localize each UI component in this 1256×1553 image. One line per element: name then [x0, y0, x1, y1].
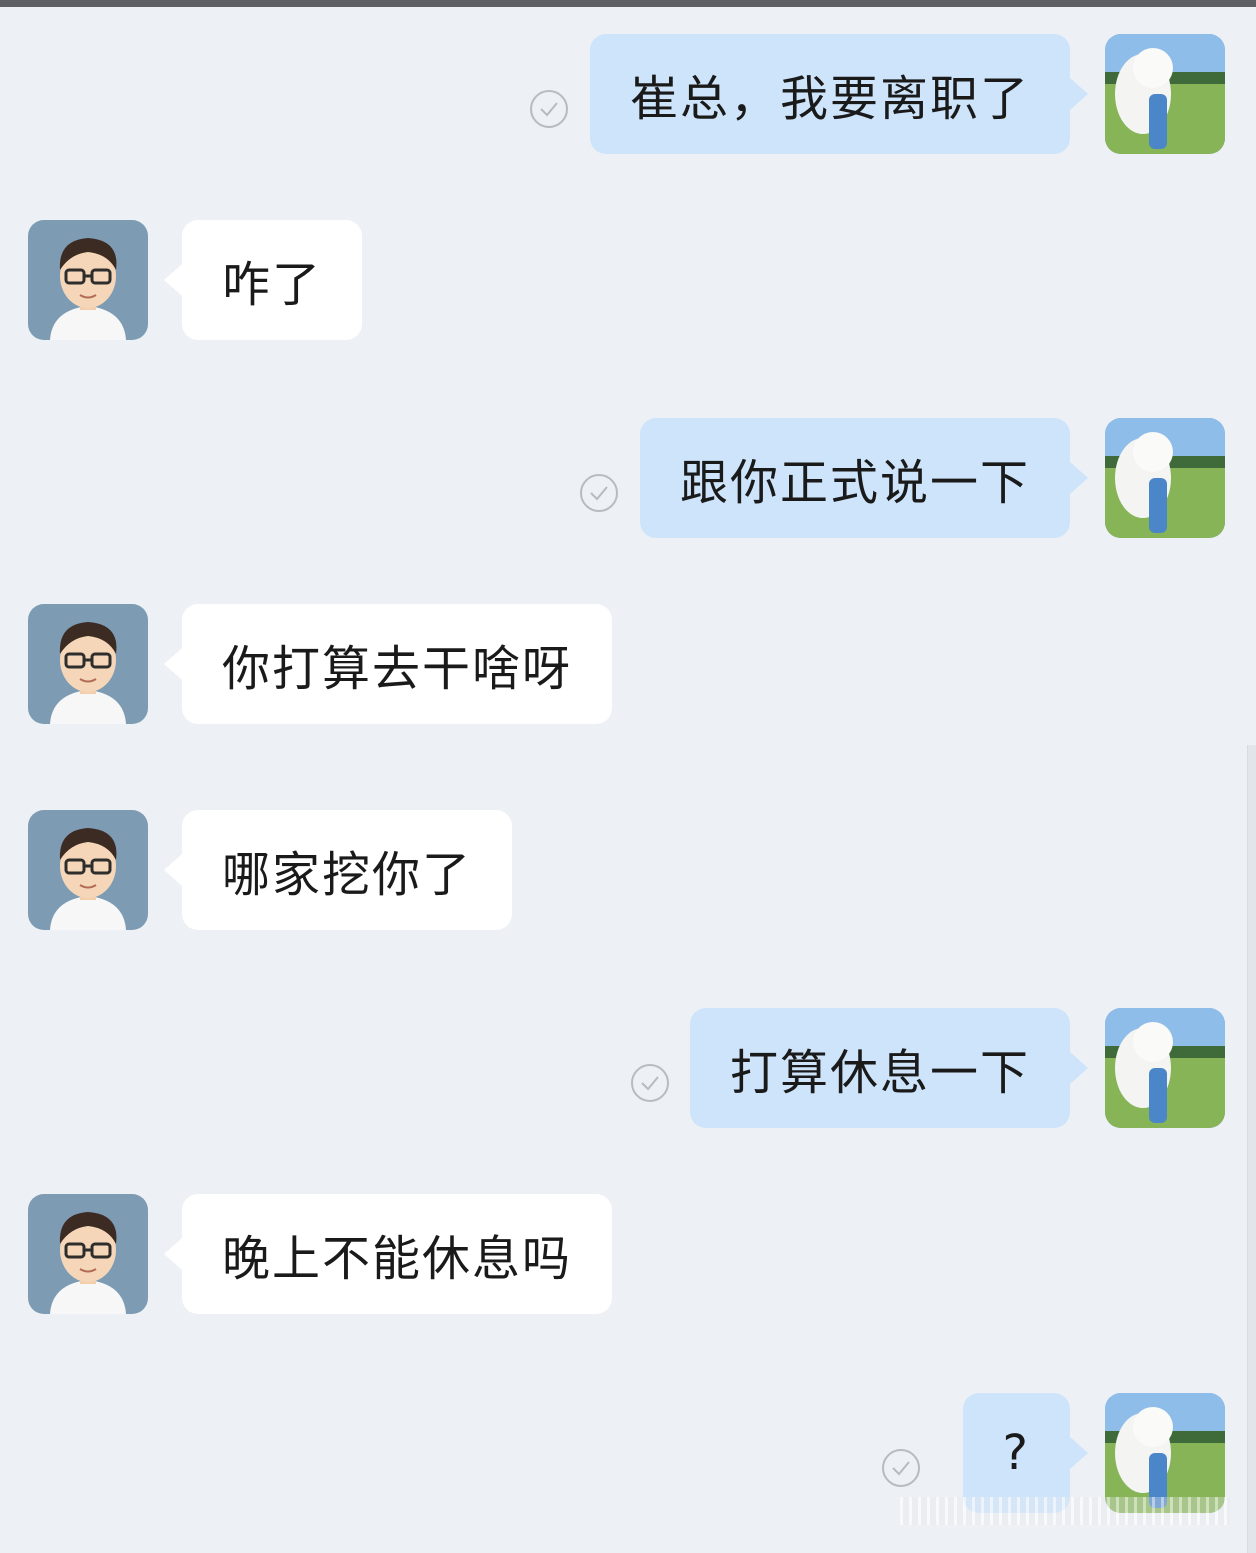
- message-text: 你打算去干啥呀: [222, 641, 573, 697]
- watermark: [900, 1497, 1230, 1525]
- message-text: 咋了: [222, 257, 323, 313]
- message-row-incoming: 哪家挖你了: [0, 810, 1256, 934]
- top-status-strip: [0, 0, 1256, 7]
- message-bubble-outgoing[interactable]: 打算休息一下: [689, 1008, 1089, 1128]
- man-avatar-icon[interactable]: [28, 220, 148, 340]
- check-circle-icon: [882, 1449, 920, 1487]
- dog-avatar-icon[interactable]: [1105, 418, 1225, 538]
- message-text: 打算休息一下: [729, 1045, 1030, 1101]
- message-row-outgoing: 崔总，我要离职了: [0, 34, 1256, 158]
- message-text: 崔总，我要离职了: [629, 71, 1030, 127]
- message-bubble-incoming[interactable]: 咋了: [163, 220, 363, 340]
- message-row-outgoing: 打算休息一下: [0, 1008, 1256, 1132]
- man-avatar-icon[interactable]: [28, 1194, 148, 1314]
- message-text: 晚上不能休息吗: [222, 1231, 573, 1287]
- message-bubble-outgoing[interactable]: ?: [962, 1393, 1089, 1513]
- dog-avatar-icon[interactable]: [1105, 34, 1225, 154]
- check-circle-icon: [631, 1064, 669, 1102]
- man-avatar-icon[interactable]: [28, 604, 148, 724]
- message-bubble-incoming[interactable]: 你打算去干啥呀: [163, 604, 613, 724]
- dog-avatar-icon[interactable]: [1105, 1393, 1225, 1513]
- message-row-incoming: 咋了: [0, 220, 1256, 344]
- check-circle-icon: [580, 474, 618, 512]
- message-bubble-incoming[interactable]: 晚上不能休息吗: [163, 1194, 613, 1314]
- message-bubble-incoming[interactable]: 哪家挖你了: [163, 810, 513, 930]
- check-circle-icon: [530, 90, 568, 128]
- message-row-incoming: 你打算去干啥呀: [0, 604, 1256, 728]
- message-text: 跟你正式说一下: [679, 455, 1030, 511]
- dog-avatar-icon[interactable]: [1105, 1008, 1225, 1128]
- message-bubble-outgoing[interactable]: 崔总，我要离职了: [589, 34, 1089, 154]
- man-avatar-icon[interactable]: [28, 810, 148, 930]
- message-row-outgoing: 跟你正式说一下: [0, 418, 1256, 542]
- message-bubble-outgoing[interactable]: 跟你正式说一下: [639, 418, 1089, 538]
- message-row-incoming: 晚上不能休息吗: [0, 1194, 1256, 1318]
- message-text: ?: [1002, 1425, 1030, 1481]
- message-text: 哪家挖你了: [222, 847, 473, 903]
